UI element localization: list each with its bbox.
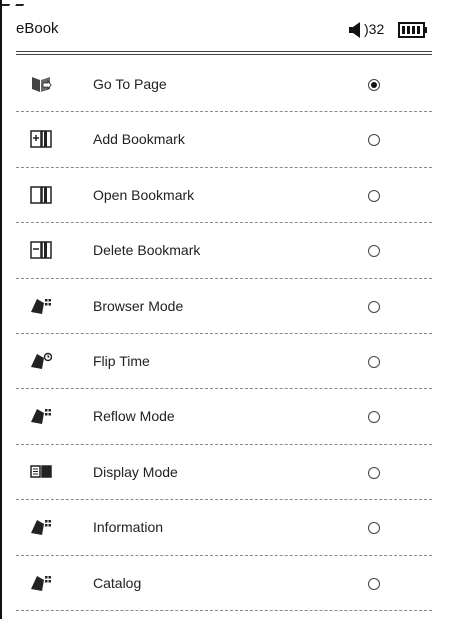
menu-item-open-bookmark[interactable]: Open Bookmark (16, 168, 432, 224)
menu-item-label: Flip Time (93, 352, 150, 369)
menu-item-label: Catalog (93, 574, 142, 591)
radio-button[interactable] (368, 245, 380, 258)
volume-level: )32 (364, 21, 385, 37)
status-header: eBook )32 (0, 16, 449, 56)
menu-item-reflow-mode[interactable]: Reflow Mode (16, 389, 432, 445)
menu-item-label: Information (93, 519, 164, 536)
menu-item-information[interactable]: Information (16, 500, 432, 556)
menu-item-delete-bookmark[interactable]: Delete Bookmark (16, 223, 432, 279)
menu-item-label: Open Bookmark (93, 186, 195, 203)
screenshot-top-edge (0, 0, 449, 6)
menu-item-label: Go To Page (93, 76, 167, 92)
radio-button-selected[interactable] (368, 79, 380, 91)
menu-item-flip-time[interactable]: Flip Time (16, 334, 432, 390)
menu-item-catalog[interactable]: Catalog (16, 556, 432, 611)
ebook-options-menu: Go To Page Add Bookmark Open Bookmark De… (16, 57, 432, 611)
catalog-icon (30, 574, 52, 592)
header-divider (16, 54, 432, 55)
radio-button[interactable] (368, 411, 380, 424)
radio-button[interactable] (368, 189, 380, 202)
go-to-page-icon (30, 75, 52, 93)
add-bookmark-icon (30, 130, 52, 149)
browser-mode-icon (30, 297, 52, 315)
menu-item-label: Add Bookmark (93, 131, 185, 148)
radio-button[interactable] (368, 355, 380, 368)
menu-item-go-to-page[interactable]: Go To Page (16, 57, 432, 113)
radio-button[interactable] (368, 577, 380, 590)
information-icon (30, 518, 52, 536)
delete-bookmark-icon (30, 241, 52, 259)
battery-icon (398, 22, 428, 38)
menu-item-browser-mode[interactable]: Browser Mode (16, 279, 432, 334)
header-divider (16, 51, 432, 52)
display-mode-icon (30, 463, 52, 481)
radio-button[interactable] (368, 134, 380, 147)
reflow-mode-icon (30, 407, 52, 425)
open-bookmark-icon (30, 186, 52, 204)
menu-item-label: Browser Mode (93, 297, 184, 314)
radio-button[interactable] (368, 300, 380, 313)
flip-time-icon (30, 352, 53, 370)
menu-item-label: Display Mode (93, 463, 178, 480)
radio-button[interactable] (368, 522, 380, 535)
radio-button[interactable] (368, 466, 380, 479)
menu-item-label: Reflow Mode (93, 408, 175, 425)
menu-item-add-bookmark[interactable]: Add Bookmark (16, 112, 432, 168)
speaker-icon (348, 22, 364, 38)
device-frame-edge (0, 0, 2, 619)
menu-item-label: Delete Bookmark (93, 242, 201, 259)
app-title: eBook (16, 20, 59, 37)
menu-item-display-mode[interactable]: Display Mode (16, 445, 432, 501)
